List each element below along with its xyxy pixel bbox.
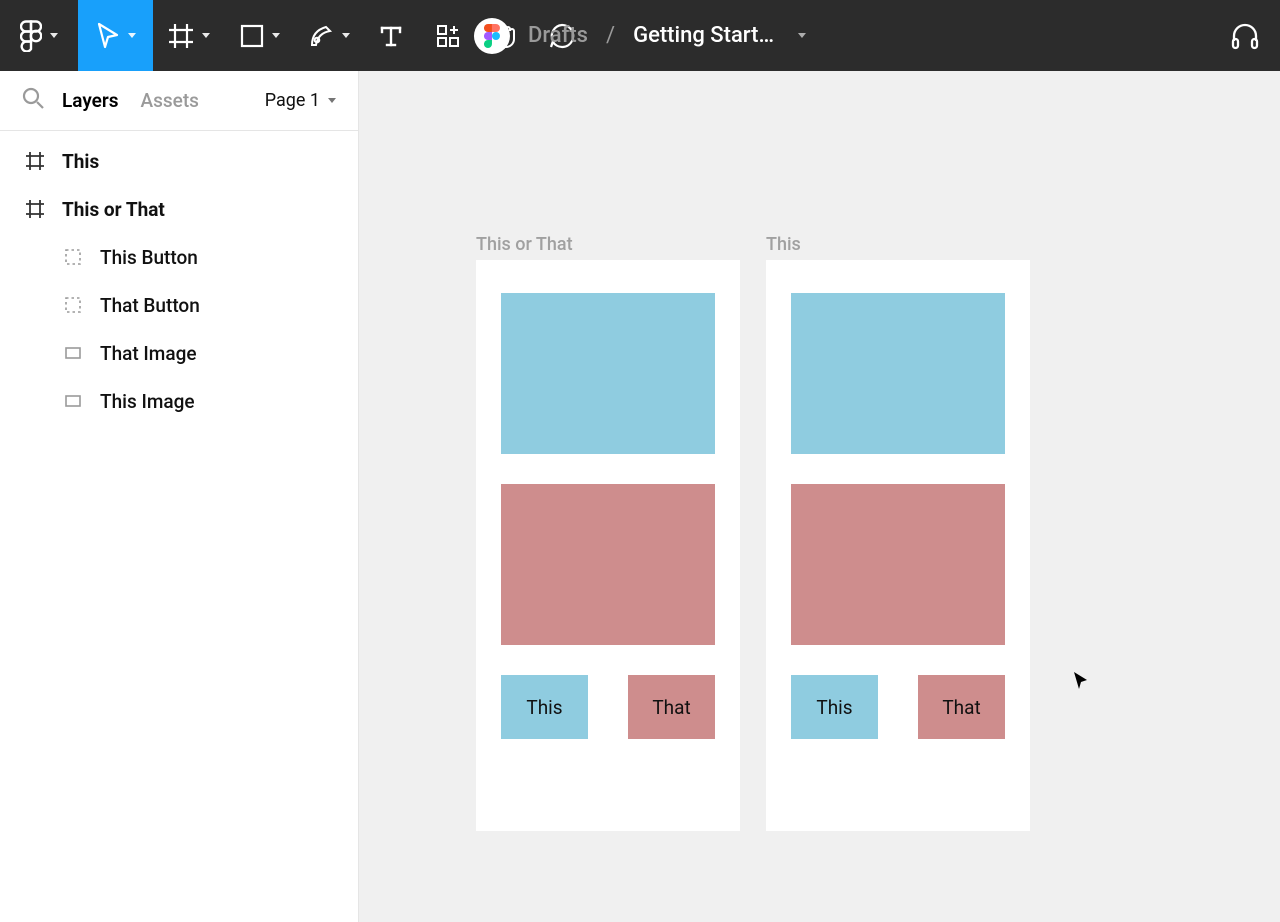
breadcrumb-separator: / (606, 23, 615, 48)
layer-label: That Button (100, 294, 200, 317)
chevron-down-icon (272, 33, 280, 38)
that-image[interactable] (791, 484, 1005, 645)
chevron-down-icon (342, 33, 350, 38)
frame-icon (24, 199, 46, 219)
layer-frame-this[interactable]: This (0, 137, 358, 185)
resources-icon (435, 23, 461, 49)
button-label: That (652, 696, 690, 719)
rectangle-icon (62, 344, 84, 362)
page-selector[interactable]: Page 1 (265, 90, 336, 111)
this-button[interactable]: This (501, 675, 588, 739)
layer-label: That Image (100, 342, 197, 365)
frame-icon (24, 151, 46, 171)
text-icon (378, 23, 404, 49)
rectangle-icon (240, 24, 264, 48)
layer-that-button[interactable]: That Button (0, 281, 358, 329)
button-label: This (526, 696, 562, 719)
figma-logo-icon (20, 20, 42, 52)
layer-this-image[interactable]: This Image (0, 377, 358, 425)
left-panel-header: Layers Assets Page 1 (0, 71, 358, 131)
pen-tool[interactable] (295, 0, 363, 71)
figma-menu[interactable] (0, 0, 78, 71)
artboard-this-or-that[interactable]: This That (476, 260, 740, 831)
that-image[interactable] (501, 484, 715, 645)
audio-chat-button[interactable] (1230, 0, 1260, 71)
tab-layers[interactable]: Layers (62, 89, 118, 112)
chevron-down-icon (328, 98, 336, 103)
group-icon (62, 248, 84, 266)
chevron-down-icon (202, 33, 210, 38)
chevron-down-icon (50, 33, 58, 38)
frame-label-this[interactable]: This (766, 234, 801, 255)
breadcrumb-drafts[interactable]: Drafts (528, 23, 588, 48)
figma-badge-icon (474, 18, 510, 54)
search-icon[interactable] (22, 87, 44, 114)
layer-this-button[interactable]: This Button (0, 233, 358, 281)
that-button[interactable]: That (918, 675, 1005, 739)
layer-label: This or That (62, 198, 165, 221)
pen-icon (308, 23, 334, 49)
layer-that-image[interactable]: That Image (0, 329, 358, 377)
button-label: This (816, 696, 852, 719)
cursor-icon (1073, 671, 1089, 695)
chevron-down-icon (128, 33, 136, 38)
this-image[interactable] (791, 293, 1005, 454)
frame-label-this-or-that[interactable]: This or That (476, 234, 573, 255)
main-area: Layers Assets Page 1 This This or That (0, 71, 1280, 922)
chevron-down-icon[interactable] (798, 33, 806, 38)
shape-tool[interactable] (225, 0, 295, 71)
document-title-area: Drafts / Getting Start… (474, 18, 806, 54)
frame-icon (168, 23, 194, 49)
toolbar: Drafts / Getting Start… (0, 0, 1280, 71)
cursor-icon (96, 22, 120, 50)
rectangle-icon (62, 392, 84, 410)
canvas[interactable]: This or That This That This This That (359, 71, 1280, 922)
layer-label: This Image (100, 390, 195, 413)
layer-label: This Button (100, 246, 198, 269)
this-image[interactable] (501, 293, 715, 454)
group-icon (62, 296, 84, 314)
tab-assets[interactable]: Assets (140, 89, 198, 112)
artboard-this[interactable]: This That (766, 260, 1030, 831)
layer-tree: This This or That This Button That Butto… (0, 131, 358, 425)
button-label: That (942, 696, 980, 719)
that-button[interactable]: That (628, 675, 715, 739)
layer-label: This (62, 150, 99, 173)
text-tool[interactable] (363, 0, 419, 71)
resources-tool[interactable] (419, 0, 477, 71)
move-tool[interactable] (78, 0, 153, 71)
this-button[interactable]: This (791, 675, 878, 739)
page-label: Page 1 (265, 90, 320, 111)
headphones-icon (1230, 21, 1260, 51)
frame-tool[interactable] (153, 0, 225, 71)
layer-frame-this-or-that[interactable]: This or That (0, 185, 358, 233)
left-panel: Layers Assets Page 1 This This or That (0, 71, 359, 922)
document-name[interactable]: Getting Start… (633, 23, 774, 48)
